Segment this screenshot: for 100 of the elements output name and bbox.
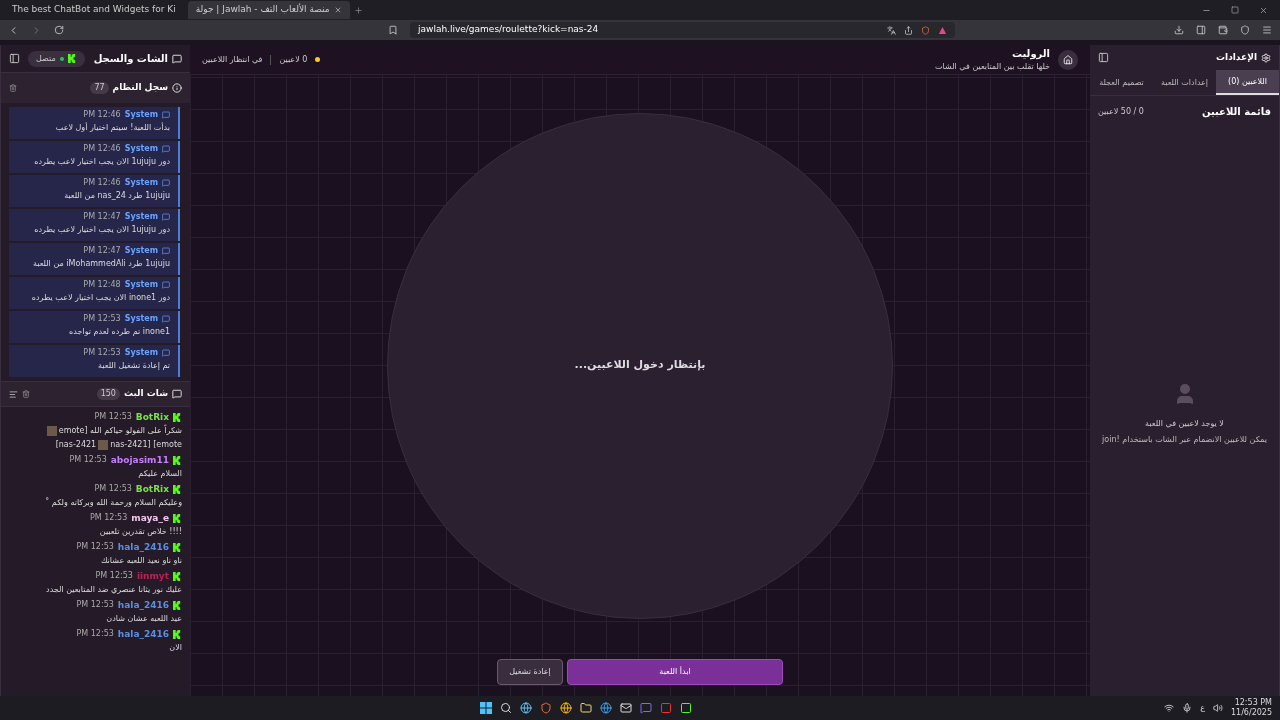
message-time: PM 12:53 — [94, 483, 132, 495]
reload-icon[interactable] — [54, 25, 64, 35]
trash-icon[interactable] — [22, 390, 30, 398]
clock-time[interactable]: 12:53 PM — [1234, 698, 1272, 708]
settings-tab[interactable]: اللاعبين (0) — [1216, 70, 1279, 95]
player-count: 0 لاعبين — [279, 53, 308, 66]
new-tab-icon[interactable] — [353, 5, 363, 15]
globe-icon[interactable] — [600, 702, 613, 714]
kick-logo-icon — [173, 412, 182, 422]
windows-logo-icon[interactable] — [480, 702, 493, 714]
message-text: عليك نور يثانا عنصري ضد المتابعين الجدد — [46, 584, 182, 596]
kick-logo-icon — [173, 571, 182, 581]
message-time: PM 12:47 — [83, 245, 121, 257]
kick-logo-icon — [173, 455, 182, 465]
chat-icon[interactable] — [640, 702, 653, 714]
message-text: nas-2421] — [55, 439, 97, 451]
kick-logo-icon — [173, 542, 182, 552]
download-icon[interactable] — [1174, 25, 1184, 35]
info-icon — [172, 83, 182, 93]
message-time: PM 12:46 — [83, 143, 121, 155]
browser-tab[interactable]: The best ChatBot and Widgets for Ki — [4, 1, 184, 19]
url-text: jawlah.live/games/roulette?kick=nas-24 — [418, 23, 600, 37]
list-title: قائمة اللاعبين — [1201, 105, 1271, 119]
start-button[interactable]: ابدأ اللعبة — [567, 659, 783, 685]
message-time: PM 12:53 — [76, 628, 114, 640]
message-icon — [162, 349, 170, 357]
emote-image — [46, 426, 57, 436]
close-icon[interactable] — [333, 6, 342, 14]
collapse-icon[interactable] — [9, 53, 20, 64]
connection-text: متصل — [36, 52, 56, 65]
volume-icon[interactable] — [1212, 703, 1223, 713]
language-indicator[interactable]: ع — [1200, 702, 1205, 714]
browser-tab[interactable]: جولة | Jawlah - منصة الألعاب التف — [187, 1, 350, 19]
message-text: 1ujuju طرد iMohammedAli من اللعبة — [31, 258, 170, 270]
chat-icon — [172, 53, 182, 64]
section-title: سجل النظام — [112, 81, 168, 95]
username[interactable]: hala_2416 — [117, 541, 169, 553]
settings-tab[interactable]: إعدادات اللعبة — [1153, 70, 1216, 95]
username[interactable]: hala_2416 — [117, 628, 169, 640]
username[interactable]: BotRix — [135, 411, 169, 423]
sidebar-icon[interactable] — [1196, 25, 1206, 35]
home-button[interactable] — [1058, 49, 1078, 70]
mic-icon[interactable] — [1182, 703, 1193, 713]
username[interactable]: maya_e — [131, 512, 169, 524]
restart-button[interactable]: إعادة تشغيل — [497, 659, 563, 685]
globe-icon[interactable] — [520, 702, 533, 714]
filter-icon[interactable] — [9, 389, 18, 399]
maximize-icon[interactable] — [1231, 6, 1239, 14]
kick-logo-icon — [173, 513, 182, 523]
trash-icon[interactable] — [9, 84, 17, 92]
message-time: PM 12:48 — [83, 279, 121, 291]
search-icon[interactable] — [500, 702, 513, 714]
sender-name: System — [124, 279, 158, 291]
folder-icon[interactable] — [580, 702, 593, 714]
globe-icon[interactable] — [560, 702, 573, 714]
message-time: PM 12:46 — [83, 177, 121, 189]
message-time: PM 12:53 — [76, 599, 114, 611]
message-text: nas-2421] [emote — [110, 439, 182, 451]
message-text: بدأت اللعبة! سيتم اختيار أول لاعب — [54, 122, 170, 134]
message-text: الان — [169, 642, 182, 654]
message-text: inone1 تم طرده لعدم تواجده — [68, 326, 170, 338]
username[interactable]: BotRix — [135, 483, 169, 495]
menu-icon[interactable] — [1262, 25, 1272, 35]
count-badge: 77 — [90, 82, 109, 94]
kick-logo-icon — [173, 600, 182, 610]
message-icon — [162, 213, 170, 221]
count-badge: 150 — [96, 388, 120, 400]
clock-date[interactable]: 11/6/2025 — [1230, 708, 1272, 718]
share-icon[interactable] — [904, 25, 913, 35]
address-bar[interactable]: jawlah.live/games/roulette?kick=nas-24 — [410, 22, 955, 38]
message-text: السلام عليكم — [138, 468, 182, 480]
message-text: دور 1ujuju الان يجب اختيار لاعب يطرده — [33, 156, 170, 168]
triangle-icon[interactable] — [938, 25, 947, 35]
message-time: PM 12:46 — [83, 109, 121, 121]
message-time: PM 12:53 — [89, 512, 128, 524]
settings-tab[interactable]: تصميم العجلة — [1090, 70, 1153, 95]
list-count: 0 / 50 لاعبين — [1098, 105, 1144, 118]
shield-icon[interactable] — [921, 25, 930, 35]
shield-icon[interactable] — [1240, 25, 1250, 35]
empty-hint: يمكن للاعبين الانضمام عبر الشات باستخدام !join — [1101, 434, 1268, 446]
message-text: ناو ناو نعيد اللعبه عشانك — [100, 555, 182, 567]
collapse-icon[interactable] — [1098, 52, 1109, 63]
message-text: تم إعادة تشغيل اللعبة — [97, 360, 170, 372]
wifi-icon[interactable] — [1164, 703, 1175, 713]
message-text: عيد اللعبه عشان شادن — [106, 613, 182, 625]
username[interactable]: abojasim11 — [110, 454, 169, 466]
message-text: دور inone1 الان يجب اختيار لاعب يطرده — [30, 292, 170, 304]
mail-icon[interactable] — [620, 702, 633, 714]
close-icon[interactable] — [1259, 5, 1268, 15]
message-time: PM 12:53 — [94, 411, 132, 423]
wallet-icon[interactable] — [1218, 25, 1228, 35]
translate-icon[interactable] — [887, 25, 896, 35]
message-text: !!!! خلاص تقدرين تلعبين — [99, 526, 182, 538]
kick-logo-icon — [173, 629, 182, 639]
home-icon — [1063, 54, 1073, 65]
kick-logo-icon — [173, 484, 182, 494]
settings-icon — [1261, 52, 1271, 63]
shield-icon[interactable] — [540, 702, 553, 714]
username[interactable]: hala_2416 — [117, 599, 169, 611]
bookmark-icon[interactable] — [388, 25, 398, 35]
